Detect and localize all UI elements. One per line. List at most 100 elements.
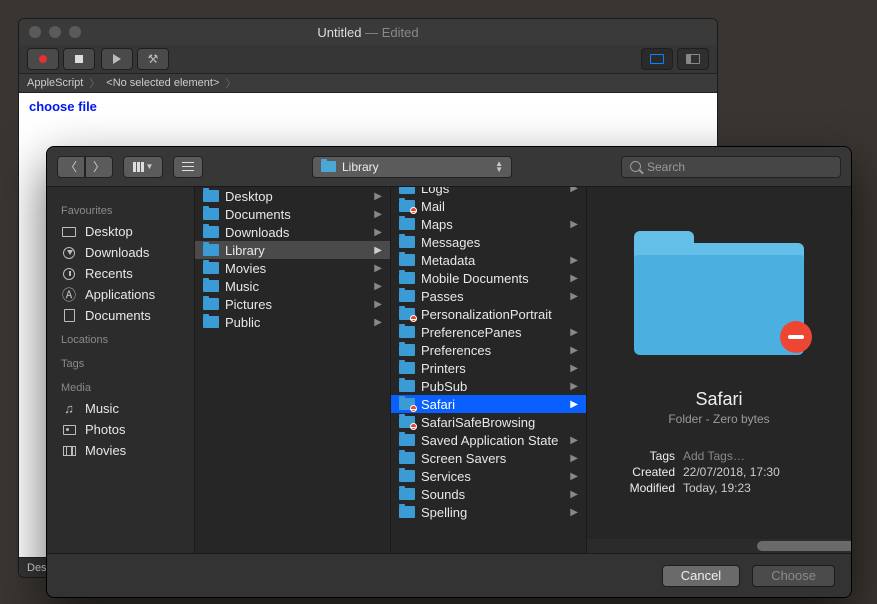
back-button[interactable]: 〈 bbox=[57, 156, 85, 178]
no-access-badge-icon bbox=[780, 321, 812, 353]
list-item[interactable]: Sounds ▶ bbox=[391, 485, 586, 503]
chevron-right-icon: ▶ bbox=[570, 363, 578, 374]
group-icon bbox=[182, 162, 194, 171]
list-item[interactable]: PersonalizationPortrait bbox=[391, 305, 586, 323]
view-toggle-left[interactable] bbox=[641, 48, 673, 70]
list-item[interactable]: Downloads ▶ bbox=[195, 223, 390, 241]
photos-icon bbox=[63, 425, 76, 435]
folder-icon bbox=[399, 272, 415, 284]
updown-icon: ▲▼ bbox=[495, 161, 503, 173]
chevron-right-icon: ▶ bbox=[570, 489, 578, 500]
chevron-right-icon: ▶ bbox=[570, 273, 578, 284]
breadcrumb-selection[interactable]: <No selected element> bbox=[106, 77, 219, 89]
sidebar-header-locations: Locations bbox=[47, 330, 194, 350]
list-item[interactable]: Library▶ bbox=[195, 241, 390, 259]
list-item[interactable]: Services▶ bbox=[391, 467, 586, 485]
folder-icon bbox=[399, 290, 415, 302]
downloads-icon bbox=[63, 247, 75, 259]
folder-icon bbox=[203, 244, 219, 256]
list-item[interactable]: Safari▶ bbox=[391, 395, 586, 413]
list-item[interactable]: Mail bbox=[391, 197, 586, 215]
list-item-label: Downloads bbox=[225, 225, 289, 240]
run-button[interactable] bbox=[101, 48, 133, 70]
list-item[interactable]: Passes▶ bbox=[391, 287, 586, 305]
list-item[interactable]: Metadata▶ bbox=[391, 251, 586, 269]
folder-icon bbox=[399, 187, 415, 194]
folder-icon bbox=[399, 470, 415, 482]
chevron-right-icon: ▶ bbox=[570, 327, 578, 338]
list-item[interactable]: Spelling▶ bbox=[391, 503, 586, 521]
list-item[interactable]: PreferencePanes▶ bbox=[391, 323, 586, 341]
view-mode-button[interactable]: ▼ bbox=[123, 156, 163, 178]
chevron-right-icon: ▶ bbox=[570, 219, 578, 230]
search-input[interactable]: Search bbox=[621, 156, 841, 178]
list-item-label: Metadata bbox=[421, 253, 475, 268]
list-item[interactable]: Printers▶ bbox=[391, 359, 586, 377]
list-item[interactable]: Preferences▶ bbox=[391, 341, 586, 359]
chevron-right-icon: ▶ bbox=[570, 187, 578, 194]
columns-icon bbox=[133, 162, 144, 172]
choose-button[interactable]: Choose bbox=[752, 565, 835, 587]
add-tags-field[interactable]: Add Tags… bbox=[683, 449, 745, 463]
cancel-button[interactable]: Cancel bbox=[662, 565, 740, 587]
sidebar-item-photos[interactable]: Photos bbox=[47, 419, 194, 440]
folder-icon bbox=[203, 316, 219, 328]
breadcrumb-separator: 〉 bbox=[89, 75, 100, 91]
search-placeholder: Search bbox=[647, 160, 685, 174]
list-item[interactable]: Public▶ bbox=[195, 313, 390, 331]
list-item[interactable]: PubSub ▶ bbox=[391, 377, 586, 395]
list-item[interactable]: Desktop▶ bbox=[195, 187, 390, 205]
music-icon: ♫ bbox=[64, 401, 74, 416]
folder-icon bbox=[203, 298, 219, 310]
preview-folder-icon bbox=[634, 231, 804, 361]
chevron-right-icon: ▶ bbox=[570, 399, 578, 410]
folder-icon bbox=[399, 236, 415, 248]
list-item[interactable]: Screen Savers▶ bbox=[391, 449, 586, 467]
path-popup[interactable]: Library ▲▼ bbox=[312, 156, 512, 178]
forward-button[interactable]: 〉 bbox=[85, 156, 113, 178]
chevron-right-icon: ▶ bbox=[374, 227, 382, 238]
list-item[interactable]: Movies▶ bbox=[195, 259, 390, 277]
compile-button[interactable]: ⚒ bbox=[137, 48, 169, 70]
horizontal-scrollbar[interactable] bbox=[587, 539, 851, 553]
view-toggle-right[interactable] bbox=[677, 48, 709, 70]
column-2[interactable]: Logs▶MailMaps▶MessagesMetadata▶Mobile Do… bbox=[391, 187, 587, 553]
chevron-right-icon: ▶ bbox=[570, 381, 578, 392]
columns-area: Desktop▶Documents▶ Downloads ▶ Library▶Movi… bbox=[195, 187, 851, 553]
breadcrumb-language[interactable]: AppleScript bbox=[27, 77, 83, 89]
list-item-label: PubSub bbox=[421, 379, 467, 394]
sidebar-item-documents[interactable]: Documents bbox=[47, 305, 194, 326]
breadcrumb-bar[interactable]: AppleScript 〉 <No selected element> 〉 bbox=[19, 73, 717, 93]
breadcrumb-separator: 〉 bbox=[225, 75, 236, 91]
sidebar-item-desktop[interactable]: Desktop bbox=[47, 221, 194, 242]
sidebar-item-music[interactable]: ♫Music bbox=[47, 398, 194, 419]
stop-button[interactable] bbox=[63, 48, 95, 70]
list-item-label: Services bbox=[421, 469, 471, 484]
list-item-label: Logs bbox=[421, 187, 449, 196]
list-item[interactable]: Messages bbox=[391, 233, 586, 251]
list-item[interactable]: SafariSafeBrowsing bbox=[391, 413, 586, 431]
list-item[interactable]: Pictures▶ bbox=[195, 295, 390, 313]
list-item-label: Mobile Documents bbox=[421, 271, 529, 286]
group-button[interactable] bbox=[173, 156, 203, 178]
titlebar[interactable]: Untitled — Edited bbox=[19, 19, 717, 45]
list-item[interactable]: Logs ▶ bbox=[391, 187, 586, 197]
list-item-label: Pictures bbox=[225, 297, 272, 312]
column-1[interactable]: Desktop▶Documents▶ Downloads ▶ Library▶Movi… bbox=[195, 187, 391, 553]
list-item[interactable]: Music▶ bbox=[195, 277, 390, 295]
record-button[interactable] bbox=[27, 48, 59, 70]
code-line: choose file bbox=[29, 99, 707, 114]
list-item-label: Saved Application State bbox=[421, 433, 558, 448]
list-item-label: Maps bbox=[421, 217, 453, 232]
recents-icon bbox=[63, 268, 75, 280]
panel-icon bbox=[686, 54, 700, 64]
list-item[interactable]: Saved Application State▶ bbox=[391, 431, 586, 449]
list-item[interactable]: Mobile Documents ▶ bbox=[391, 269, 586, 287]
sidebar-item-movies[interactable]: Movies bbox=[47, 440, 194, 461]
list-item[interactable]: Maps ▶ bbox=[391, 215, 586, 233]
sidebar-item-applications[interactable]: ⒶApplications bbox=[47, 284, 194, 305]
sidebar-item-recents[interactable]: Recents bbox=[47, 263, 194, 284]
list-item-label: Sounds bbox=[421, 487, 465, 502]
list-item[interactable]: Documents▶ bbox=[195, 205, 390, 223]
sidebar-item-downloads[interactable]: Downloads bbox=[47, 242, 194, 263]
